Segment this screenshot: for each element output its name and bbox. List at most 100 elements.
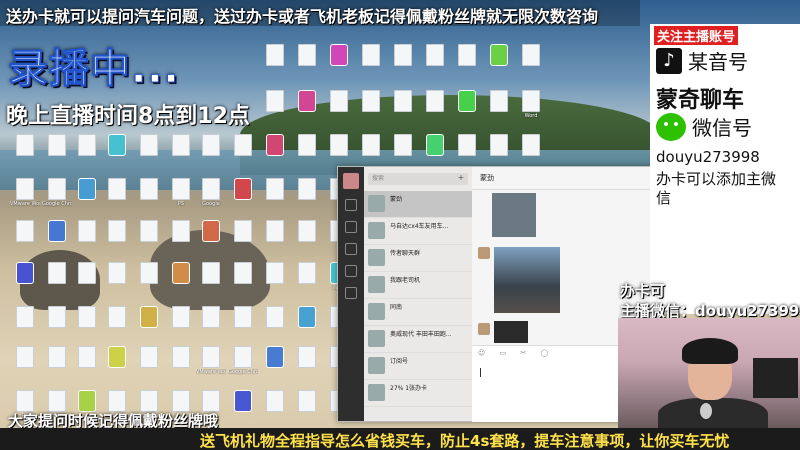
favorites-icon[interactable] bbox=[345, 243, 357, 255]
list-item[interactable]: 同南 bbox=[364, 299, 472, 326]
chat-icon[interactable] bbox=[345, 199, 357, 211]
desktop-file-icon[interactable] bbox=[134, 306, 164, 329]
list-item[interactable]: 27% 1张办卡 bbox=[364, 380, 472, 407]
desktop-file-icon[interactable] bbox=[72, 346, 102, 369]
desktop-file-icon[interactable] bbox=[260, 390, 290, 413]
desktop-file-icon[interactable] bbox=[166, 346, 196, 369]
message-image[interactable] bbox=[492, 193, 536, 237]
desktop-file-icon[interactable] bbox=[134, 346, 164, 369]
desktop-file-icon[interactable] bbox=[452, 134, 482, 157]
desktop-file-icon[interactable] bbox=[292, 390, 322, 413]
desktop-file-icon[interactable]: Google bbox=[196, 178, 226, 207]
list-item[interactable]: 我跟老司机 bbox=[364, 272, 472, 299]
desktop-file-icon[interactable] bbox=[166, 220, 196, 243]
desktop-file-icon[interactable] bbox=[228, 220, 258, 243]
desktop-file-icon[interactable] bbox=[166, 134, 196, 157]
desktop-file-icon[interactable] bbox=[420, 44, 450, 67]
desktop-file-icon[interactable] bbox=[260, 134, 290, 157]
desktop-file-icon[interactable] bbox=[134, 262, 164, 285]
desktop-file-icon[interactable] bbox=[292, 220, 322, 243]
desktop-file-icon[interactable] bbox=[356, 134, 386, 157]
desktop-file-icon[interactable]: VMware Workstation bbox=[10, 178, 40, 207]
avatar[interactable] bbox=[478, 247, 490, 259]
desktop-file-icon[interactable] bbox=[324, 134, 354, 157]
desktop-file-icon[interactable]: Word bbox=[516, 90, 546, 119]
desktop-file-icon[interactable] bbox=[292, 178, 322, 201]
desktop-file-icon[interactable] bbox=[72, 220, 102, 243]
desktop-file-icon[interactable]: Google Chrome bbox=[228, 346, 258, 375]
desktop-file-icon[interactable] bbox=[516, 44, 546, 67]
desktop-file-icon[interactable] bbox=[102, 220, 132, 243]
desktop-file-icon[interactable] bbox=[228, 262, 258, 285]
desktop-file-icon[interactable] bbox=[292, 90, 322, 113]
desktop-file-icon[interactable] bbox=[452, 90, 482, 113]
desktop-file-icon[interactable] bbox=[292, 44, 322, 67]
desktop-file-icon[interactable] bbox=[196, 306, 226, 329]
desktop-file-icon[interactable] bbox=[102, 134, 132, 157]
desktop-file-icon[interactable] bbox=[388, 90, 418, 113]
desktop-file-icon[interactable] bbox=[356, 90, 386, 113]
list-item[interactable]: 订阅号 bbox=[364, 353, 472, 380]
desktop-file-icon[interactable] bbox=[228, 178, 258, 201]
desktop-file-icon[interactable] bbox=[72, 134, 102, 157]
desktop-file-icon[interactable] bbox=[72, 178, 102, 201]
desktop-file-icon[interactable] bbox=[484, 90, 514, 113]
list-item[interactable]: 蒙劲 bbox=[364, 191, 472, 218]
desktop-file-icon[interactable] bbox=[10, 220, 40, 243]
desktop-file-icon[interactable] bbox=[42, 306, 72, 329]
avatar[interactable] bbox=[343, 173, 359, 189]
desktop-file-icon[interactable] bbox=[42, 262, 72, 285]
desktop-file-icon[interactable] bbox=[102, 178, 132, 201]
search-input[interactable]: 搜索 bbox=[368, 173, 468, 185]
desktop-file-icon[interactable] bbox=[420, 90, 450, 113]
desktop-file-icon[interactable] bbox=[134, 178, 164, 201]
desktop-file-icon[interactable] bbox=[292, 306, 322, 329]
desktop-file-icon[interactable] bbox=[260, 306, 290, 329]
desktop-file-icon[interactable] bbox=[292, 262, 322, 285]
desktop-file-icon[interactable] bbox=[292, 346, 322, 369]
desktop-file-icon[interactable] bbox=[228, 134, 258, 157]
desktop-file-icon[interactable] bbox=[72, 306, 102, 329]
desktop-file-icon[interactable] bbox=[388, 44, 418, 67]
list-item[interactable]: 奥威现代 丰田丰田跑... bbox=[364, 326, 472, 353]
desktop-file-icon[interactable] bbox=[260, 220, 290, 243]
desktop-file-icon[interactable] bbox=[72, 262, 102, 285]
desktop-file-icon[interactable] bbox=[42, 220, 72, 243]
desktop-file-icon[interactable] bbox=[292, 134, 322, 157]
desktop-file-icon[interactable] bbox=[196, 262, 226, 285]
desktop-file-icon[interactable] bbox=[452, 44, 482, 67]
desktop-file-icon[interactable] bbox=[166, 262, 196, 285]
desktop-file-icon[interactable] bbox=[484, 44, 514, 67]
desktop-file-icon[interactable] bbox=[42, 346, 72, 369]
desktop-file-icon[interactable]: Google Chrome bbox=[42, 178, 72, 207]
desktop-file-icon[interactable] bbox=[10, 346, 40, 369]
desktop-file-icon[interactable] bbox=[196, 134, 226, 157]
message-image[interactable] bbox=[494, 247, 560, 313]
desktop-file-icon[interactable] bbox=[324, 44, 354, 67]
folder-icon[interactable] bbox=[345, 265, 357, 277]
desktop-file-icon[interactable] bbox=[388, 134, 418, 157]
desktop-file-icon[interactable] bbox=[484, 134, 514, 157]
desktop-file-icon[interactable] bbox=[260, 346, 290, 369]
desktop-file-icon[interactable] bbox=[228, 390, 258, 413]
desktop-file-icon[interactable] bbox=[228, 306, 258, 329]
desktop-file-icon[interactable] bbox=[42, 134, 72, 157]
message-image[interactable] bbox=[494, 321, 528, 343]
list-item[interactable]: 马自达cx4车友用车... bbox=[364, 218, 472, 245]
desktop-file-icon[interactable] bbox=[356, 44, 386, 67]
desktop-file-icon[interactable] bbox=[134, 220, 164, 243]
desktop-file-icon[interactable] bbox=[134, 134, 164, 157]
desktop-file-icon[interactable] bbox=[260, 262, 290, 285]
desktop-file-icon[interactable] bbox=[516, 134, 546, 157]
add-chat-button[interactable]: + bbox=[456, 173, 466, 183]
desktop-file-icon[interactable] bbox=[324, 90, 354, 113]
desktop-file-icon[interactable] bbox=[260, 44, 290, 67]
desktop-file-icon[interactable] bbox=[196, 220, 226, 243]
avatar[interactable] bbox=[478, 323, 490, 335]
desktop-file-icon[interactable] bbox=[420, 134, 450, 157]
list-item[interactable]: 传者聊天群 bbox=[364, 245, 472, 272]
desktop-file-icon[interactable] bbox=[10, 134, 40, 157]
desktop-file-icon[interactable] bbox=[102, 262, 132, 285]
desktop-file-icon[interactable] bbox=[166, 306, 196, 329]
menu-icon[interactable] bbox=[345, 287, 357, 299]
